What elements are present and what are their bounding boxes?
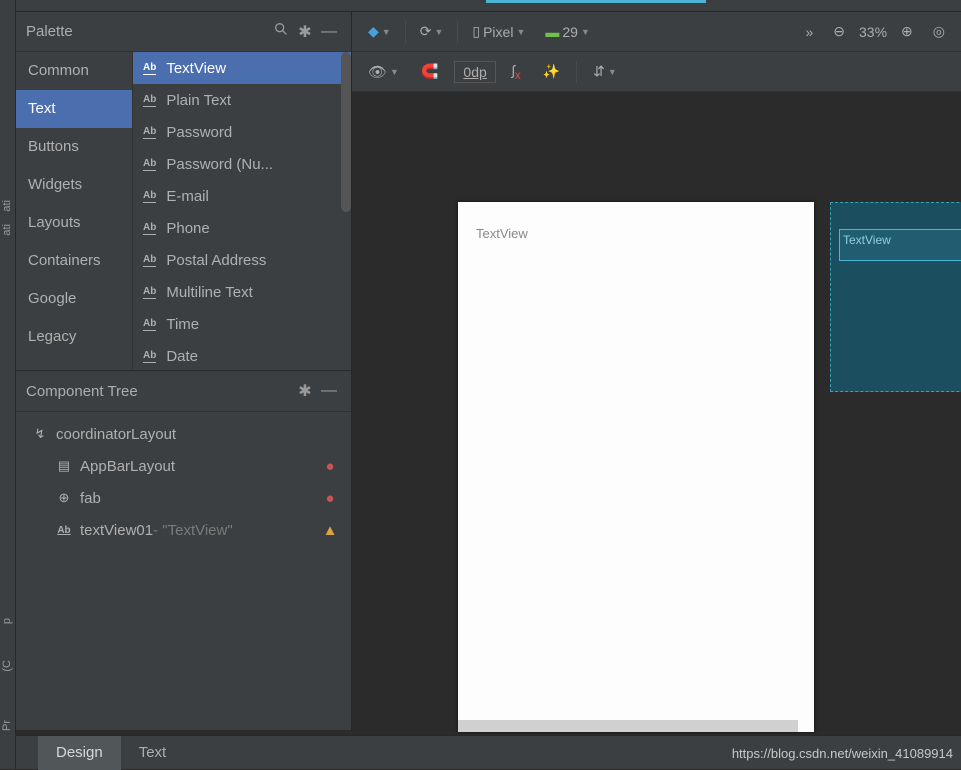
palette-category-buttons[interactable]: Buttons (16, 128, 132, 166)
active-tab-indicator (486, 0, 706, 3)
warning-badge-icon: ▲ (321, 522, 339, 539)
component-tree-title: Component Tree (26, 383, 293, 400)
search-icon[interactable] (269, 21, 293, 42)
palette-category-widgets[interactable]: Widgets (16, 166, 132, 204)
design-canvas[interactable]: TextView ↑ 20 TextView (352, 92, 961, 735)
gear-icon[interactable]: ✱ (293, 381, 317, 401)
gear-icon[interactable]: ✱ (293, 22, 317, 42)
palette-category-common[interactable]: Common (16, 52, 132, 90)
clear-icon: ʃx (512, 62, 521, 82)
palette-item-phone[interactable]: AbPhone (133, 212, 351, 244)
blueprint-preview[interactable]: ↑ 20 TextView (830, 202, 961, 392)
ab-icon: Ab (143, 286, 156, 299)
zoom-out-button[interactable]: ⊖ (827, 19, 851, 44)
left-tool-strip: ati ati p (C Pr (0, 0, 16, 769)
ab-icon: Ab (143, 254, 156, 267)
strip-label: ati (1, 200, 13, 212)
zoom-in-button[interactable]: ⊕ (895, 19, 919, 44)
api-select-button[interactable]: ▬29▼ (539, 20, 596, 44)
view-options-button[interactable]: 👁▼ (362, 59, 405, 85)
device-select-button[interactable]: ▯Pixel▼ (466, 19, 531, 44)
strip-label: p (1, 618, 13, 624)
ab-icon: Ab (54, 525, 74, 536)
palette-item-postal[interactable]: AbPostal Address (133, 244, 351, 276)
default-margin-button[interactable]: 0dp (454, 61, 495, 83)
tab-design[interactable]: Design (38, 736, 121, 770)
ab-icon: Ab (143, 222, 156, 235)
component-tree-body: ↯ coordinatorLayout ▤ AppBarLayout ● ⊕ f… (16, 412, 351, 552)
strip-label: ati (1, 224, 13, 236)
palette-category-google[interactable]: Google (16, 280, 132, 318)
eye-icon: 👁 (368, 63, 387, 81)
design-editor: ◆▼ ⟳▼ ▯Pixel▼ ▬29▼ » ⊖ 33% ⊕ ◎ 👁▼ 🧲 0dp … (352, 12, 961, 735)
tree-row-fab[interactable]: ⊕ fab ● (16, 482, 351, 514)
layout-icon: ↯ (30, 426, 50, 442)
editor-tabs (16, 0, 961, 12)
fab-icon: ⊕ (54, 490, 74, 506)
minimize-icon[interactable]: — (317, 23, 341, 41)
zoom-percent: 33% (859, 24, 887, 40)
palette-scrollbar[interactable] (341, 52, 351, 212)
appbar-icon: ▤ (54, 458, 74, 474)
palette-panel: Palette ✱ — Common Text Buttons Widgets … (16, 12, 352, 370)
palette-item-date[interactable]: AbDate (133, 340, 351, 370)
palette-item-plaintext[interactable]: AbPlain Text (133, 84, 351, 116)
error-badge-icon: ● (321, 458, 339, 475)
magnet-icon: 🧲 (421, 63, 438, 80)
surface-select-button[interactable]: ◆▼ (362, 19, 397, 44)
palette-item-time[interactable]: AbTime (133, 308, 351, 340)
palette-categories: Common Text Buttons Widgets Layouts Cont… (16, 52, 132, 370)
component-tree-header: Component Tree ✱ — (16, 370, 351, 412)
strip-label: (C (1, 660, 13, 672)
palette-title: Palette (26, 23, 269, 40)
minimize-icon[interactable]: — (317, 382, 341, 400)
design-toolbar-secondary: 👁▼ 🧲 0dp ʃx ✨ ⇵▼ (352, 52, 961, 92)
palette-category-layouts[interactable]: Layouts (16, 204, 132, 242)
tree-row-appbarlayout[interactable]: ▤ AppBarLayout ● (16, 450, 351, 482)
watermark-text: https://blog.csdn.net/weixin_41089914 (732, 746, 953, 761)
align-icon: ⇵ (593, 63, 605, 80)
preview-textview[interactable]: TextView (476, 226, 528, 241)
error-badge-icon: ● (321, 490, 339, 507)
tree-row-textview01[interactable]: Ab textView01- "TextView" ▲ (16, 514, 351, 546)
design-toolbar-primary: ◆▼ ⟳▼ ▯Pixel▼ ▬29▼ » ⊖ 33% ⊕ ◎ (352, 12, 961, 52)
palette-category-legacy[interactable]: Legacy (16, 318, 132, 356)
autoconnect-toggle[interactable]: 🧲 (415, 59, 444, 84)
palette-item-password[interactable]: AbPassword (133, 116, 351, 148)
tab-text[interactable]: Text (121, 736, 185, 770)
clear-constraints-button[interactable]: ʃx (506, 58, 527, 86)
ab-icon: Ab (143, 94, 156, 107)
palette-items: AbTextView AbPlain Text AbPassword AbPas… (132, 52, 351, 370)
palette-item-textview[interactable]: AbTextView (133, 52, 351, 84)
palette-item-multiline[interactable]: AbMultiline Text (133, 276, 351, 308)
infer-constraints-button[interactable]: ✨ (537, 59, 566, 84)
palette-item-email[interactable]: AbE-mail (133, 180, 351, 212)
tree-row-coordinatorlayout[interactable]: ↯ coordinatorLayout (16, 418, 351, 450)
ab-icon: Ab (143, 158, 156, 171)
palette-category-text[interactable]: Text (16, 90, 132, 128)
ab-icon: Ab (143, 62, 156, 75)
design-preview[interactable]: TextView (458, 202, 814, 732)
orientation-button[interactable]: ⟳▼ (414, 19, 450, 44)
blueprint-textview[interactable]: TextView (843, 233, 891, 247)
overflow-button[interactable]: » (799, 20, 819, 44)
horizontal-scrollbar[interactable] (458, 720, 798, 732)
ab-icon: Ab (143, 190, 156, 203)
zoom-fit-button[interactable]: ◎ (927, 19, 951, 44)
component-tree-panel: Component Tree ✱ — ↯ coordinatorLayout ▤… (16, 370, 352, 730)
wand-icon: ✨ (543, 63, 560, 80)
android-icon: ▬ (545, 24, 559, 40)
align-button[interactable]: ⇵▼ (587, 59, 623, 84)
palette-item-password-numeric[interactable]: AbPassword (Nu... (133, 148, 351, 180)
phone-icon: ▯ (472, 23, 480, 40)
ab-icon: Ab (143, 318, 156, 331)
strip-label: Pr (1, 720, 13, 731)
palette-category-containers[interactable]: Containers (16, 242, 132, 280)
ab-icon: Ab (143, 350, 156, 363)
ab-icon: Ab (143, 126, 156, 139)
palette-header: Palette ✱ — (16, 12, 351, 52)
editor-mode-tabs: Design Text https://blog.csdn.net/weixin… (16, 735, 961, 769)
